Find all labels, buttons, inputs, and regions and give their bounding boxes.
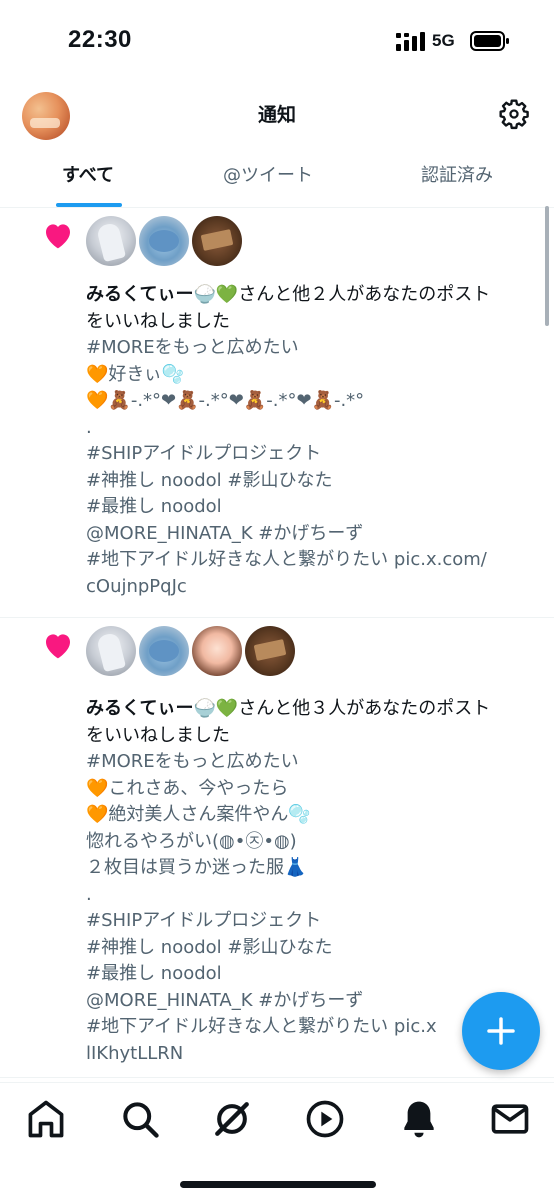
scrollbar[interactable] — [545, 206, 549, 326]
post-body-line: #MOREをもっと広めたい — [86, 337, 299, 358]
page-title: 通知 — [257, 104, 296, 126]
status-bar: 22:30 5G — [0, 0, 554, 80]
notification-text: みるくてぃー🍚💚さんと他２人があなたのポスト をいいねしました #MOREをもっ… — [86, 282, 538, 600]
signal-icon — [396, 32, 425, 51]
active-tab-indicator — [56, 203, 122, 207]
mail-icon[interactable] — [488, 1097, 532, 1141]
search-icon[interactable] — [118, 1097, 162, 1141]
post-body-line: #地下アイドル好きな人と繋がりたい pic.x.com/ — [86, 549, 487, 570]
liker-avatars — [86, 216, 245, 266]
gear-icon[interactable] — [498, 98, 530, 130]
grok-icon[interactable] — [210, 1097, 254, 1141]
tab-all[interactable]: すべて — [0, 150, 176, 208]
plus-icon — [487, 1017, 515, 1045]
actor-name[interactable]: みるくてぃー🍚💚 — [86, 698, 238, 719]
liker-avatars — [86, 626, 298, 676]
post-body-line: #MOREをもっと広めたい — [86, 751, 299, 772]
notification-headline-2: をいいねしました — [86, 310, 230, 332]
notification-headline: みるくてぃー🍚💚さんと他２人があなたのポスト — [86, 282, 538, 309]
post-body-line: cOujnpPqJc — [86, 575, 187, 597]
avatar[interactable] — [192, 626, 242, 676]
headline-rest: さんと他３人があなたのポスト — [238, 698, 491, 719]
post-body-line: #神推し noodol #影山ひなた — [86, 936, 333, 958]
bottom-nav — [0, 1082, 554, 1200]
notification-item[interactable]: みるくてぃー🍚💚さんと他２人があなたのポスト をいいねしました #MOREをもっ… — [0, 208, 554, 618]
network-label: 5G — [432, 31, 455, 50]
avatar[interactable] — [192, 216, 242, 266]
post-body-line: . — [86, 883, 92, 905]
play-icon[interactable] — [303, 1097, 347, 1141]
post-body-line: #SHIPアイドルプロジェクト — [86, 443, 322, 464]
bell-icon[interactable] — [397, 1097, 441, 1141]
heart-icon — [46, 634, 70, 659]
avatar[interactable] — [139, 216, 189, 266]
notification-headline: みるくてぃー🍚💚さんと他３人があなたのポスト — [86, 696, 538, 723]
headline-rest: さんと他２人があなたのポスト — [238, 284, 491, 305]
post-body-line: 🧡絶対美人さん案件やん🫧 — [86, 804, 311, 825]
avatar[interactable] — [139, 626, 189, 676]
post-body-line: . — [86, 416, 92, 438]
actor-name[interactable]: みるくてぃー🍚💚 — [86, 284, 238, 305]
home-icon[interactable] — [24, 1097, 68, 1141]
compose-button[interactable] — [462, 992, 540, 1070]
tab-mentions[interactable]: @ツイート — [176, 150, 360, 208]
notification-headline-2: をいいねしました — [86, 724, 230, 746]
battery-icon — [470, 31, 509, 51]
tab-verified[interactable]: 認証済み — [360, 150, 554, 208]
status-time: 22:30 — [68, 26, 132, 53]
heart-icon — [46, 224, 70, 249]
post-body-line: 🧡好きぃ🫧 — [86, 363, 185, 385]
avatar[interactable] — [86, 626, 136, 676]
post-body-line: 惚れるやろがい(◍•㉨•◍) — [86, 830, 297, 852]
post-body-line: #最推し noodol — [86, 963, 222, 984]
post-body-line: 🧡これさあ、今やったら — [86, 777, 289, 799]
home-indicator[interactable] — [180, 1181, 376, 1188]
post-body-line: ２枚目は買うか迷った服👗 — [86, 857, 307, 878]
avatar[interactable] — [86, 216, 136, 266]
notification-feed[interactable]: みるくてぃー🍚💚さんと他２人があなたのポスト をいいねしました #MOREをもっ… — [0, 208, 554, 1078]
post-body-line: @MORE_HINATA_K #かげちーず — [86, 522, 364, 544]
post-body-line: #SHIPアイドルプロジェクト — [86, 910, 322, 931]
post-body-line: #最推し noodol — [86, 496, 222, 517]
avatar[interactable] — [245, 626, 295, 676]
header: 通知 — [0, 80, 554, 150]
post-body-line: 🧡🧸-.*°❤🧸-.*°❤🧸-.*°❤🧸-.*° — [86, 390, 365, 411]
post-body-line: #神推し noodol #影山ひなた — [86, 469, 333, 491]
tab-bar: すべて @ツイート 認証済み — [0, 150, 554, 208]
